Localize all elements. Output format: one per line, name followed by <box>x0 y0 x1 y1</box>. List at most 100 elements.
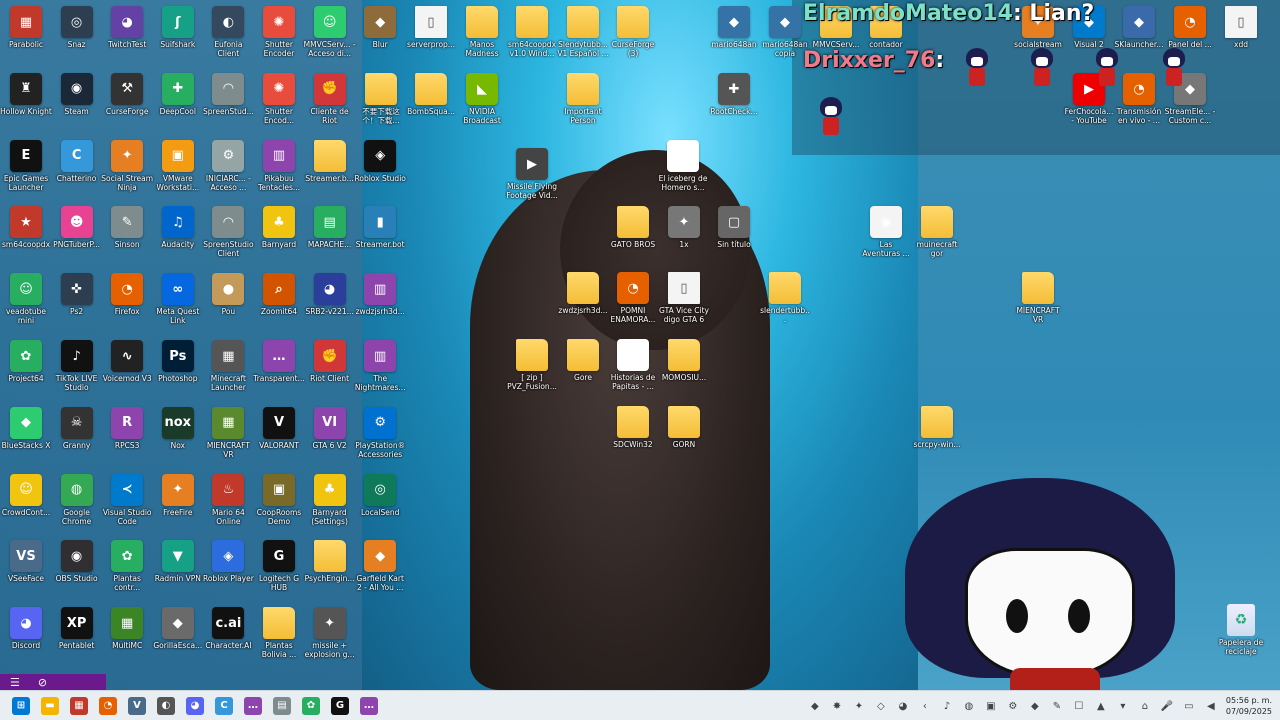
desktop-icon-f11[interactable]: Gore <box>557 339 609 382</box>
desktop-icon-f16[interactable]: ▯ serverprop... <box>405 6 457 49</box>
tray-icon[interactable]: ✎ <box>1048 697 1066 715</box>
desktop-icon-discord[interactable]: ◕ Discord <box>0 607 52 650</box>
desktop-icon-f36[interactable]: ◆ SKlauncher... <box>1113 6 1165 49</box>
desktop-icon-f8[interactable]: ▯ GTA Vice City digo GTA 6 <box>658 272 710 324</box>
desktop-icon-ps2[interactable]: ✜ Ps2 <box>51 273 103 316</box>
tray-icon[interactable]: ✸ <box>828 697 846 715</box>
desktop-icon-epic[interactable]: E Epic Games Launcher <box>0 139 52 192</box>
taskbar-discord[interactable]: ◕ <box>181 692 209 720</box>
tray-icon[interactable]: ♪ <box>938 697 956 715</box>
desktop-icon-f9[interactable]: slendertubb... <box>759 272 811 324</box>
desktop-icon-f31[interactable]: muinecraft gor <box>911 206 963 258</box>
taskbar-explorer[interactable]: ▬ <box>36 692 64 720</box>
desktop-icon-rpcs3[interactable]: R RPCS3 <box>101 406 153 450</box>
desktop-icon-vseeface[interactable]: VS VSeeFace <box>0 540 52 583</box>
desktop-icon-parabolic[interactable]: ▦ Parabolic <box>0 6 52 49</box>
desktop-icon-f33[interactable]: scrcpy-win... <box>911 406 963 449</box>
taskbar-app10[interactable]: ▤ <box>268 692 296 720</box>
desktop-icon-f22[interactable]: BombSqua... <box>405 73 457 116</box>
desktop-icon-f2[interactable]: ▶ El iceberg de Homero s... <box>657 140 709 192</box>
desktop-icon-socialstream[interactable]: ✦ Social Stream Ninja <box>101 139 153 192</box>
desktop-icon-f13[interactable]: MOMOSIU... <box>658 339 710 382</box>
desktop-icon-f24[interactable]: Important Person <box>557 73 609 125</box>
desktop-icon-sinson[interactable]: ✎ Sinson <box>101 206 153 249</box>
desktop-icon-pikabuu[interactable]: ▥ Pikabuu Tentacles... <box>253 139 305 192</box>
desktop-icon-f4[interactable]: ✦ 1x <box>658 206 710 249</box>
desktop-icon-mapache[interactable]: ▤ MAPACHE... <box>304 206 356 249</box>
taskbar-start[interactable]: ⊞ <box>7 692 35 720</box>
desktop-icon-f14[interactable]: SDCWin32 <box>607 406 659 449</box>
desktop-icon-pngtuber[interactable]: ☻ PNGTuberP... <box>51 206 103 249</box>
desktop-icon-plantas2[interactable]: Plantas Bolivia ... <box>253 607 305 659</box>
desktop-icon-f20[interactable]: CurseForge (3) <box>607 6 659 58</box>
desktop-icon-twitchtest[interactable]: ◕ TwitchTest <box>101 6 153 49</box>
desktop-icon-f37[interactable]: ◔ Panel del ... <box>1164 6 1216 49</box>
desktop-icon-blur[interactable]: ◆ Blur <box>354 6 406 49</box>
desktop-icon-minecraftl[interactable]: ▦ Minecraft Launcher <box>202 340 254 392</box>
desktop-icon-cooprooms[interactable]: ▣ CoopRooms Demo <box>253 473 305 526</box>
desktop-icon-f18[interactable]: sm64coopdx v1.0 Wind... <box>506 6 558 58</box>
tray-icon[interactable]: ◍ <box>960 697 978 715</box>
desktop-icon-f38[interactable]: ▯ xdd <box>1215 6 1267 49</box>
menu-icon[interactable]: ☰ <box>10 676 20 689</box>
desktop-icon-psychengine[interactable]: PsychEngin... <box>304 540 356 583</box>
desktop-icon-psacc[interactable]: ⚙ PlayStation® Accessories <box>354 406 406 459</box>
desktop-icon-streamerbot[interactable]: ▮ Streamer.bot <box>354 206 406 249</box>
desktop-icon-tiktok[interactable]: ♪ TikTok LIVE Studio <box>51 340 103 392</box>
tray-icon[interactable]: ✦ <box>850 697 868 715</box>
desktop-icon-spreen1[interactable]: ◠ SpreenStud... <box>202 72 254 116</box>
desktop-icon-logitech[interactable]: G Logitech G HUB <box>253 540 305 592</box>
desktop-icon-f6[interactable]: zwdzjsrh3d... <box>557 272 609 315</box>
desktop-icon-riot1[interactable]: ✊ Cliente de Riot <box>304 72 356 125</box>
desktop-icon-mario64[interactable]: ♨ Mario 64 Online <box>202 473 254 526</box>
desktop-icon-steam[interactable]: ◉ Steam <box>51 72 103 116</box>
desktop-icon-zoomit[interactable]: ⌕ Zoomit64 <box>253 273 305 316</box>
desktop-icon-valorant[interactable]: V VALORANT <box>253 406 305 450</box>
desktop-icon-granny[interactable]: ☠ Granny <box>51 406 103 450</box>
desktop-icon-f5[interactable]: ▢ Sin título <box>708 206 760 249</box>
desktop-icon-voicemod[interactable]: ∿ Voicemod V3 <box>101 340 153 383</box>
desktop-icon-f1[interactable]: ▶ Missile Flying Footage Vid... <box>506 148 558 200</box>
tray-icon[interactable]: ◀ <box>1202 697 1220 715</box>
desktop-icon-pou[interactable]: ● Pou <box>202 273 254 316</box>
desktop-icon-crowdcont[interactable]: ☺ CrowdCont... <box>0 473 52 517</box>
desktop-icon-f3[interactable]: GATO BROS <box>607 206 659 249</box>
taskbar-transparent[interactable]: … <box>239 692 267 720</box>
taskbar-firefox[interactable]: ◔ <box>94 692 122 720</box>
desktop-icon-firefox[interactable]: ◔ Firefox <box>101 273 153 316</box>
desktop-icon-multimc[interactable]: ▦ MultiMC <box>101 607 153 650</box>
desktop-icon-veadotube[interactable]: ☺ veadotube mini <box>0 273 52 325</box>
tray-icon[interactable]: ‹ <box>916 697 934 715</box>
desktop-icon-transparent[interactable]: … Transparent... <box>253 340 305 383</box>
desktop-icon-obs[interactable]: ◉ OBS Studio <box>51 540 103 583</box>
desktop-icon-snaz[interactable]: ◎ Snaz <box>51 6 103 49</box>
desktop-icon-minecraftvr1[interactable]: ▦ MIENCRAFT VR <box>202 406 254 459</box>
taskbar-app11[interactable]: ✿ <box>297 692 325 720</box>
desktop-icon-pentablet[interactable]: XP Pentablet <box>51 607 103 650</box>
desktop-icon-f29[interactable]: ✚ RootCheck... <box>708 73 760 116</box>
desktop-icon-spreen2[interactable]: ◠ SpreenStudio Client <box>202 206 254 258</box>
taskbar-app3[interactable]: ▦ <box>65 692 93 720</box>
desktop-icon-plantas1[interactable]: ✿ Plantas contr... <box>101 540 153 592</box>
desktop-icon-streamerb[interactable]: Streamer.b... <box>304 139 356 183</box>
desktop-icon-sm64[interactable]: ★ sm64coopdx <box>0 206 52 249</box>
desktop-icon-missile1[interactable]: ✦ missile + explosion g... <box>304 607 356 659</box>
desktop-icon-deepcool[interactable]: ✚ DeepCool <box>152 72 204 116</box>
desktop-icon-chrome[interactable]: ◍ Google Chrome <box>51 473 103 526</box>
desktop-icon-bluestacks[interactable]: ◆ BlueStacks X <box>0 406 52 450</box>
desktop-icon-eufonia[interactable]: ◐ Eufonia Client <box>202 6 254 58</box>
taskbar-app12[interactable]: G <box>326 692 354 720</box>
tray-icon[interactable]: ◇ <box>872 697 890 715</box>
desktop-icon-f30[interactable]: ◉ Las Aventuras ... <box>860 206 912 258</box>
desktop-icon-chatterino[interactable]: C Chatterino <box>51 139 103 183</box>
tray-icon[interactable]: ◆ <box>806 697 824 715</box>
tray-icon[interactable]: ☐ <box>1070 697 1088 715</box>
desktop-icon-srb2[interactable]: ◕ SRB2-v221... <box>304 273 356 316</box>
taskbar-chatterino[interactable]: C <box>210 692 238 720</box>
tray-icon[interactable]: ⚙ <box>1004 697 1022 715</box>
desktop-icon-hollow[interactable]: ♜ Hollow Knight <box>0 72 52 116</box>
desktop-icon-metaquest[interactable]: ∞ Meta Quest Link <box>152 273 204 325</box>
desktop-icon-mmvc1[interactable]: ☺ MMVCServ... - Acceso di... <box>304 6 356 58</box>
tray-icon[interactable]: ▣ <box>982 697 1000 715</box>
desktop-icon-photoshop[interactable]: Ps Photoshop <box>152 340 204 383</box>
